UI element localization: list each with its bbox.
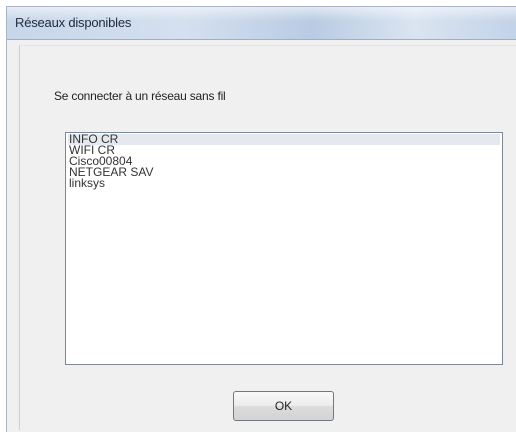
- dialog-body: Se connecter à un réseau sans fil INFO C…: [19, 45, 516, 430]
- window-title: Réseaux disponibles: [15, 15, 132, 30]
- network-list[interactable]: INFO CR WIFI CR Cisco00804 NETGEAR SAV l…: [65, 132, 503, 365]
- title-bar[interactable]: Réseaux disponibles: [7, 7, 516, 40]
- ok-button[interactable]: OK: [233, 391, 334, 421]
- network-item[interactable]: WIFI CR: [68, 144, 500, 156]
- network-item[interactable]: NETGEAR SAV: [68, 166, 500, 178]
- network-item[interactable]: linksys: [68, 177, 500, 189]
- dialog-window: Réseaux disponibles Se connecter à un ré…: [6, 6, 516, 432]
- prompt-label: Se connecter à un réseau sans fil: [54, 89, 226, 103]
- network-item[interactable]: INFO CR: [68, 133, 500, 145]
